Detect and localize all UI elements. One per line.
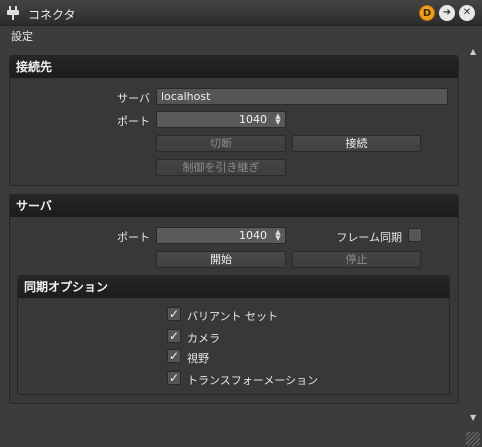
plug-icon [7, 6, 19, 20]
transform-checkbox[interactable]: ✓ [167, 371, 181, 385]
disconnect-button[interactable]: 切断 [156, 135, 286, 152]
fov-label: 視野 [187, 352, 209, 365]
server-port-stepper[interactable]: 1040 [156, 227, 286, 244]
close-icon[interactable]: ✕ [459, 5, 475, 21]
start-button[interactable]: 開始 [156, 251, 286, 268]
connect-panel-header[interactable]: 接続先 [10, 56, 458, 78]
server-label: サーバ [117, 92, 150, 105]
scroll-down-icon[interactable]: ▼ [470, 413, 476, 422]
resize-grip[interactable] [466, 432, 480, 446]
fov-checkbox[interactable]: ✓ [167, 349, 181, 363]
arrow-right-icon[interactable]: ➜ [439, 5, 455, 21]
window-title: コネクタ [28, 8, 76, 22]
d-badge-button[interactable]: D [419, 5, 435, 21]
variant-set-checkbox[interactable]: ✓ [167, 307, 181, 321]
camera-checkbox[interactable]: ✓ [167, 329, 181, 343]
server-address-input[interactable]: localhost [156, 88, 448, 105]
stop-button[interactable]: 停止 [292, 251, 421, 268]
sync-options-header[interactable]: 同期オプション [18, 276, 449, 298]
menu-bar [0, 26, 482, 44]
transform-label: トランスフォーメーション [187, 374, 319, 387]
take-control-button[interactable]: 制御を引き継ぎ [156, 159, 286, 176]
connect-button[interactable]: 接続 [292, 135, 421, 152]
camera-label: カメラ [187, 332, 220, 345]
spin-arrows-icon[interactable]: ▲ ▼ [273, 229, 283, 242]
menu-settings[interactable]: 設定 [11, 28, 33, 44]
frame-sync-checkbox[interactable] [408, 228, 422, 242]
server-port-label: ポート [117, 231, 150, 244]
spin-arrows-icon[interactable]: ▲ ▼ [273, 113, 283, 126]
server-panel-header[interactable]: サーバ [10, 195, 458, 217]
port-stepper[interactable]: 1040 [156, 111, 286, 128]
variant-set-label: バリアント セット [187, 310, 279, 323]
scroll-up-icon[interactable]: ▲ [470, 47, 476, 56]
port-label: ポート [117, 115, 150, 128]
frame-sync-label: フレーム同期 [336, 231, 402, 244]
